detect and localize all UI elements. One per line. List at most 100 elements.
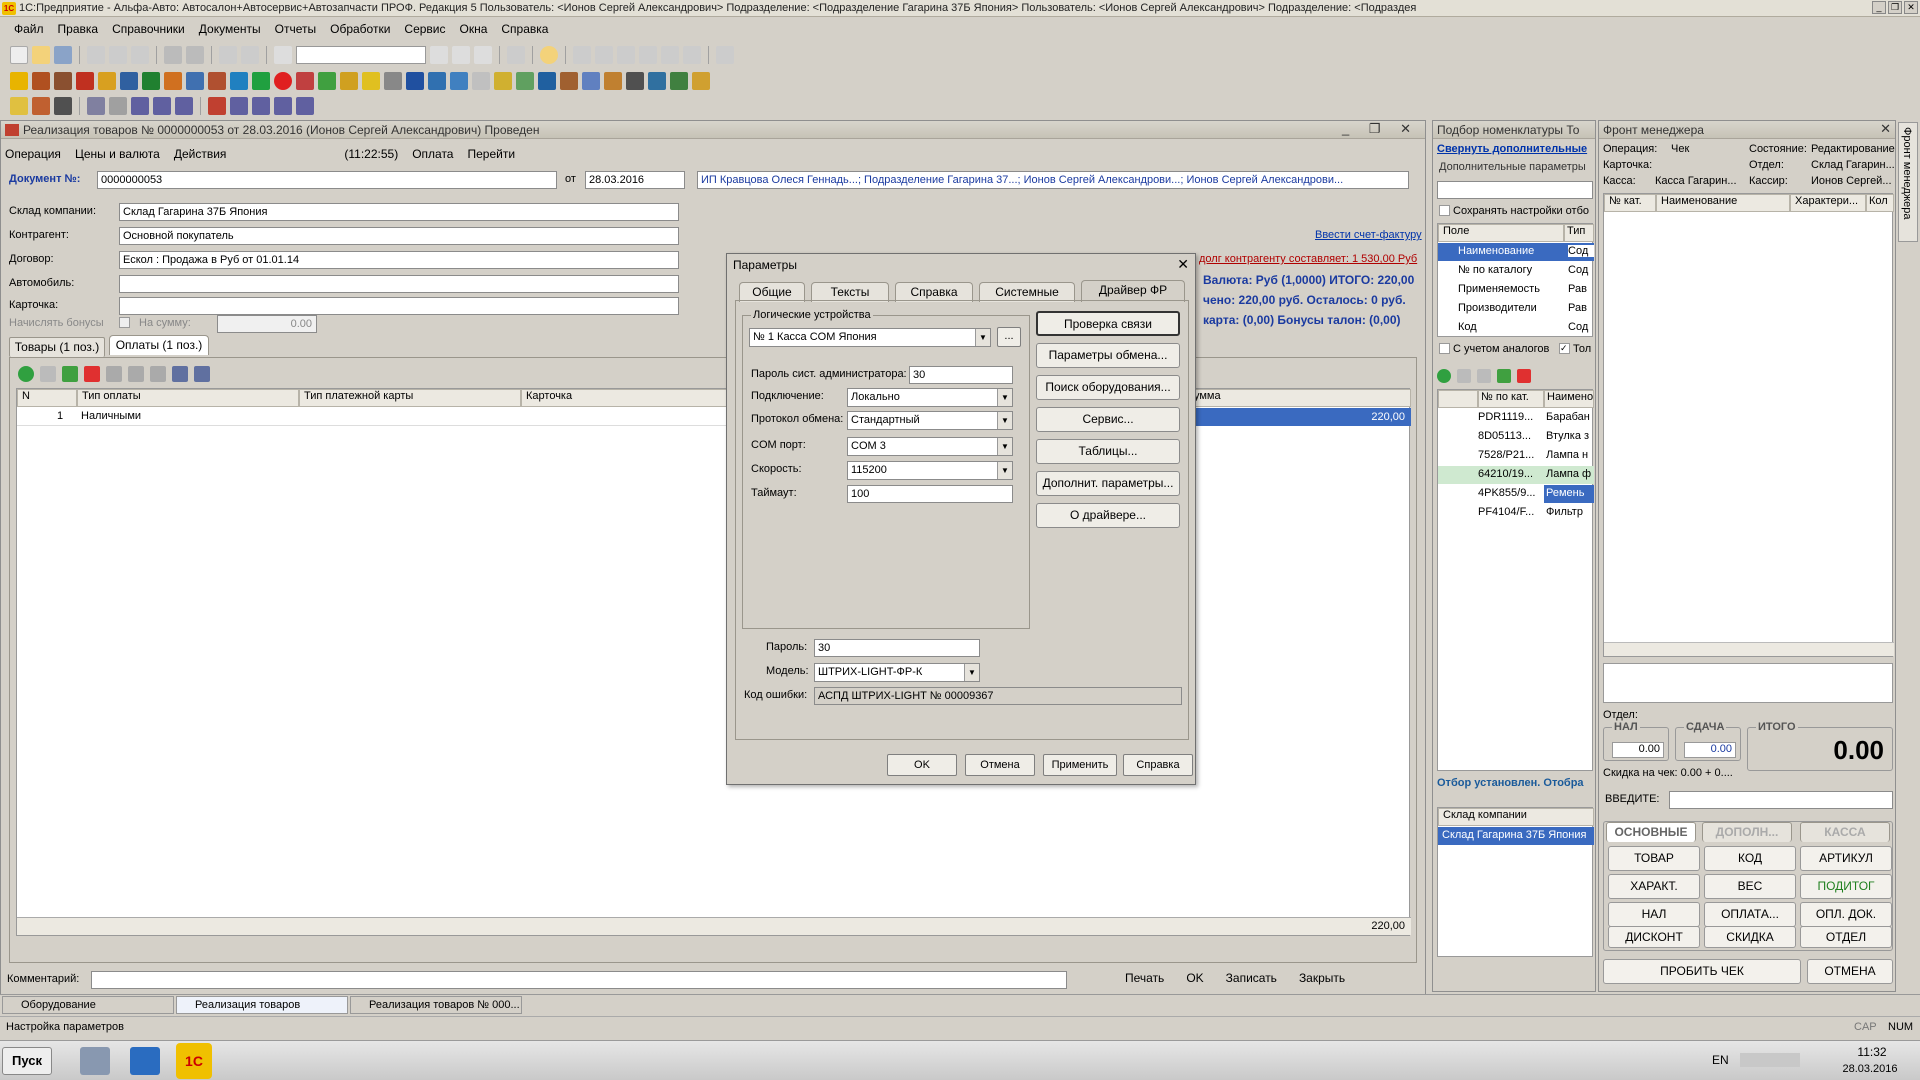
info-icon[interactable] (540, 46, 558, 64)
menu-processing[interactable]: Обработки (330, 22, 390, 36)
list-item[interactable]: 8D05113... Втулка з (1438, 428, 1594, 446)
play-icon[interactable] (252, 72, 270, 90)
list-item[interactable]: PDR1119... Барабан (1438, 409, 1594, 427)
speed-select[interactable]: 115200 ▼ (847, 461, 1013, 480)
enter-input[interactable] (1669, 791, 1893, 809)
list-item[interactable]: 4PK855/9... Ремень (1438, 485, 1594, 503)
app-icon-25[interactable] (538, 72, 556, 90)
doc-number-input[interactable]: 0000000053 (97, 171, 557, 189)
search-icon[interactable] (274, 46, 292, 64)
app-icon-21[interactable] (450, 72, 468, 90)
preview-icon[interactable] (186, 46, 204, 64)
filter-row[interactable]: № по каталогу Сод (1438, 262, 1594, 280)
app-icon-11[interactable] (230, 72, 248, 90)
app2-icon-5[interactable] (109, 97, 127, 115)
new-icon[interactable] (10, 46, 28, 64)
car-input[interactable] (119, 275, 679, 293)
stop-icon[interactable] (274, 72, 292, 90)
app2-icon-13[interactable] (296, 97, 314, 115)
menu-service[interactable]: Сервис (404, 22, 445, 36)
table-row[interactable]: 1 Наличными 220,00 (17, 408, 1411, 426)
warehouse-input[interactable]: Склад Гагарина 37Б Япония (119, 203, 679, 221)
dialog-apply-button[interactable]: Применить (1043, 754, 1117, 776)
side-tab-front[interactable]: Фронт менеджера (1898, 122, 1918, 242)
app-icon-19[interactable] (406, 72, 424, 90)
app-icon-32[interactable] (692, 72, 710, 90)
key-article[interactable]: АРТИКУЛ (1800, 846, 1892, 871)
app2-icon-2[interactable] (32, 97, 50, 115)
goto-menu[interactable]: Перейти (467, 147, 515, 161)
app-icon-3[interactable] (54, 72, 72, 90)
clock-time[interactable]: 11:32 (1842, 1045, 1902, 1059)
col-n[interactable]: N (17, 389, 77, 407)
device-select[interactable]: № 1 Касса COM Япония ▼ (749, 328, 991, 347)
cut-icon[interactable] (87, 46, 105, 64)
col-card-type[interactable]: Тип платежной карты (299, 389, 521, 407)
model-select[interactable]: ШТРИХ-LIGHT-ФР-К ▼ (814, 663, 980, 682)
front-close-icon[interactable]: ✕ (1880, 121, 1891, 137)
app-icon-17[interactable] (362, 72, 380, 90)
redo-icon[interactable] (241, 46, 259, 64)
tab-payments[interactable]: Оплаты (1 поз.) (109, 335, 209, 355)
delete-row-icon[interactable] (84, 366, 100, 382)
warehouse-row[interactable]: Склад Гагарина 37Б Япония (1438, 827, 1594, 845)
filter-row[interactable]: Наименование Сод (1438, 243, 1594, 261)
cash-value[interactable]: 0.00 (1612, 742, 1664, 758)
prices-currency-button[interactable]: Цены и валюта (75, 147, 160, 161)
comment-input[interactable] (91, 971, 1067, 989)
extra-params-tab[interactable]: Дополнительные параметры (1439, 161, 1586, 173)
doc-date-input[interactable]: 28.03.2016 (585, 171, 685, 189)
list-item[interactable]: 7528/P21... Лампа н (1438, 447, 1594, 465)
key-discount-card[interactable]: ДИСКОНТ (1608, 926, 1700, 948)
on-sum-checkbox[interactable] (119, 317, 130, 328)
only-checkbox[interactable]: ✓ (1559, 343, 1570, 354)
filter-row[interactable]: Производители Рав (1438, 300, 1594, 318)
card-input[interactable] (119, 297, 679, 315)
app2-icon-4[interactable] (87, 97, 105, 115)
app2-icon-7[interactable] (153, 97, 171, 115)
check-hscroll[interactable] (1604, 642, 1894, 656)
service-button[interactable]: Сервис... (1036, 407, 1180, 432)
col-sum[interactable]: Сумма (1181, 389, 1411, 407)
app2-icon-8[interactable] (175, 97, 193, 115)
window-icon[interactable] (507, 46, 525, 64)
app-icon-24[interactable] (516, 72, 534, 90)
search-input[interactable] (296, 46, 426, 64)
app-icon-16[interactable] (340, 72, 358, 90)
app2-icon-12[interactable] (274, 97, 292, 115)
app-icon-4[interactable] (76, 72, 94, 90)
invoice-link[interactable]: Ввести счет-фактуру (1315, 229, 1422, 241)
lock-icon[interactable] (10, 97, 28, 115)
clear-search-icon[interactable] (430, 46, 448, 64)
app-icon-2[interactable] (32, 72, 50, 90)
memo-icon[interactable] (617, 46, 635, 64)
key-goods[interactable]: ТОВАР (1608, 846, 1700, 871)
taskbar-1c-icon[interactable]: 1С (176, 1043, 212, 1079)
tab-fr-driver[interactable]: Драйвер ФР (1081, 280, 1185, 302)
calc-icon[interactable] (573, 46, 591, 64)
app-icon-20[interactable] (428, 72, 446, 90)
admin-password-input[interactable]: 30 (909, 366, 1013, 384)
key-pay-doc[interactable]: ОПЛ. ДОК. (1800, 902, 1892, 927)
app-icon-14[interactable] (296, 72, 314, 90)
menu-file[interactable]: Файл (14, 22, 44, 36)
app-icon-22[interactable] (472, 72, 490, 90)
time-button[interactable]: (11:22:55) (344, 147, 398, 161)
organization-line[interactable]: ИП Кравцова Олеся Геннадь...; Подразделе… (697, 171, 1409, 189)
close-button[interactable]: ✕ (1904, 1, 1918, 14)
add-row-icon[interactable] (18, 366, 34, 382)
filter-row[interactable]: Код Сод (1438, 319, 1594, 337)
app2-icon-6[interactable] (131, 97, 149, 115)
picker-folder-icon[interactable] (1457, 369, 1471, 383)
counterparty-input[interactable]: Основной покупатель (119, 227, 679, 245)
actions-menu[interactable]: Действия (174, 147, 227, 161)
find-equipment-button[interactable]: Поиск оборудования... (1036, 375, 1180, 400)
picker-copy-icon[interactable] (1477, 369, 1491, 383)
minimize-button[interactable]: _ (1872, 1, 1886, 14)
tab-goods[interactable]: Товары (1 поз.) (9, 337, 105, 357)
app2-icon-9[interactable] (208, 97, 226, 115)
lang-indicator[interactable]: EN (1712, 1053, 1729, 1067)
tables-button[interactable]: Таблицы... (1036, 439, 1180, 464)
key-subtotal[interactable]: ПОДИТОГ (1800, 874, 1892, 899)
window-tab-sale-doc[interactable]: Реализация товаров № 000... (350, 995, 522, 1014)
